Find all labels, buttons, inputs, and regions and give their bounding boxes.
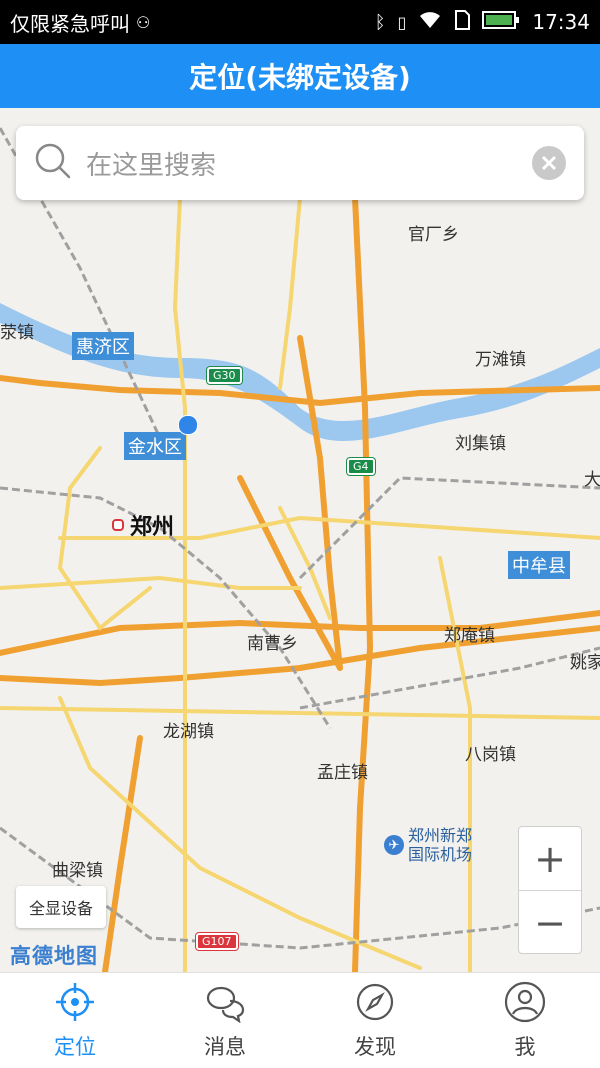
highway-shield: G30: [207, 367, 242, 384]
district-label: 惠济区: [72, 332, 134, 360]
search-icon: [34, 142, 72, 184]
map-label: 官厂乡: [408, 225, 459, 245]
map-label: 大: [584, 470, 600, 490]
map-label: 八岗镇: [465, 745, 516, 765]
zoom-in-button[interactable]: +: [519, 827, 581, 890]
highway-shield: G107: [196, 933, 238, 950]
page-title: 定位(未绑定设备): [189, 61, 411, 94]
tab-discover[interactable]: 发现: [300, 973, 450, 1068]
tab-me[interactable]: 我: [450, 973, 600, 1068]
map-view[interactable]: 官厂乡 万滩镇 刘集镇 南曹乡 郑庵镇 龙湖镇 八岗镇 孟庄镇 曲梁镇 荥镇 姚…: [0, 108, 600, 972]
zoom-out-button[interactable]: −: [519, 891, 581, 954]
district-label: 金水区: [124, 432, 186, 460]
status-time: 17:34: [532, 10, 590, 34]
carrier-text: 仅限紧急呼叫: [10, 11, 130, 36]
user-icon: [504, 981, 546, 1027]
river: [0, 303, 600, 441]
road-east-mid: [297, 335, 343, 671]
tab-location[interactable]: 定位: [0, 973, 150, 1068]
map-label: 曲梁镇: [52, 861, 103, 881]
tab-label: 我: [514, 1034, 536, 1059]
map-label: 龙湖镇: [163, 722, 214, 742]
tab-label: 定位: [54, 1034, 96, 1059]
airplane-icon: ✈: [384, 835, 404, 855]
road-sw: [102, 735, 143, 972]
status-bar: 仅限紧急呼叫 ⚇ ᛒ ▯ 17:34: [0, 0, 600, 44]
vibrate-icon: ▯: [397, 12, 407, 32]
map-label: 刘集镇: [455, 434, 506, 454]
chat-icon: [204, 981, 246, 1027]
road-south-ew: [0, 706, 600, 720]
search-input[interactable]: 在这里搜索: [86, 145, 532, 182]
airport-name-line2: 国际机场: [408, 845, 473, 864]
search-bar[interactable]: 在这里搜索: [16, 126, 584, 200]
road-south-ring: [0, 610, 600, 656]
airport-name-line1: 郑州新郑: [408, 826, 473, 845]
location-dot-icon[interactable]: [178, 415, 198, 435]
city-poi[interactable]: 郑州: [112, 509, 174, 541]
zoom-control: + −: [518, 826, 582, 954]
clear-icon[interactable]: [532, 146, 566, 180]
map-label: 南曹乡: [247, 634, 298, 654]
road-north: [278, 196, 302, 390]
road-g4-ns: [352, 195, 374, 972]
map-roads: [0, 127, 600, 972]
airport-poi[interactable]: ✈ 郑州新郑 国际机场: [384, 826, 472, 864]
city-dot-icon: [112, 519, 124, 531]
road-ns-west: [172, 196, 187, 972]
bottom-tab-bar: 定位 消息 发现 我: [0, 972, 600, 1068]
city-name: 郑州: [130, 515, 175, 540]
map-label: 荥镇: [0, 323, 34, 343]
railway-east: [299, 646, 600, 710]
map-label: 姚家: [570, 653, 600, 673]
app-bar: 定位(未绑定设备): [0, 44, 600, 108]
sim-card-icon: [454, 9, 471, 35]
crosshair-icon: [54, 981, 96, 1027]
map-label: 万滩镇: [475, 350, 526, 370]
tab-messages[interactable]: 消息: [150, 973, 300, 1068]
tab-label: 消息: [204, 1034, 246, 1059]
highway-shield: G4: [347, 458, 375, 475]
map-provider-logo: 高德地图: [10, 944, 98, 968]
district-label: 中牟县: [508, 551, 570, 579]
map-label: 郑庵镇: [444, 626, 495, 646]
battery-icon: [482, 10, 520, 35]
map-label: 孟庄镇: [317, 763, 368, 783]
sim-icon: ⚇: [136, 12, 151, 32]
tab-label: 发现: [354, 1034, 396, 1059]
show-all-devices-button[interactable]: 全显设备: [16, 886, 106, 928]
wifi-icon: [418, 10, 442, 34]
compass-icon: [354, 981, 396, 1027]
bluetooth-icon: ᛒ: [374, 11, 386, 33]
